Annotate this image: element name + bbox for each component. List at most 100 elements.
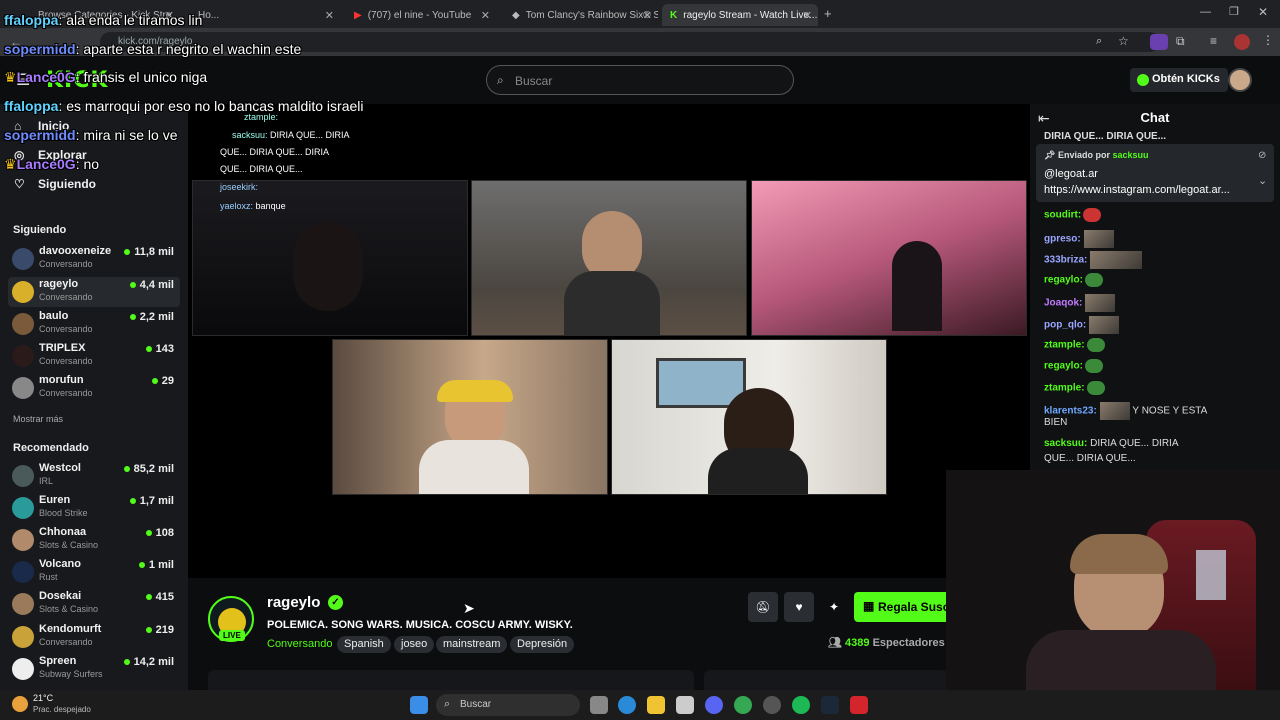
close-tab-icon[interactable]: ✕: [643, 9, 652, 22]
taskbar-search[interactable]: ⌕ Buscar: [436, 694, 580, 716]
chat-username[interactable]: sacksuu:: [1044, 438, 1087, 449]
tag[interactable]: joseo: [394, 636, 435, 653]
chat-username[interactable]: 333briza:: [1044, 255, 1087, 266]
tab-label: Tom Clancy's Rainbow Six® Sie...: [525, 9, 658, 21]
sidebar-channel-rageylo[interactable]: rageylo Conversando 4,4 mil: [8, 277, 180, 307]
viewer-count: 85,2 mil: [124, 463, 174, 475]
close-tab-icon[interactable]: ✕: [803, 9, 812, 22]
channel-name: TRIPLEX: [39, 342, 86, 354]
emote: [1099, 402, 1130, 420]
emote: [1089, 316, 1120, 334]
call-tile-participant: [471, 180, 747, 336]
emote: [1086, 338, 1105, 352]
browser-tab-active[interactable]: Krageylo Stream - Watch Live... ✕: [662, 4, 818, 26]
extensions-puzzle-icon[interactable]: ⧉: [1176, 34, 1185, 49]
edge-icon[interactable]: [618, 696, 636, 714]
follow-button[interactable]: ♥: [784, 592, 814, 622]
channel-name: Euren: [39, 494, 71, 506]
maximize-icon[interactable]: ❐: [1229, 5, 1239, 18]
chat-username[interactable]: ztample:: [1044, 383, 1085, 394]
browser-tab[interactable]: ▶ (707) el nine - YouTube ✕: [346, 4, 496, 26]
viewer-count: 4389: [845, 637, 870, 649]
taskbar: 21°C Prac. despejado ⌕ Buscar: [0, 690, 1280, 720]
new-tab-icon[interactable]: +: [824, 6, 832, 21]
viewer-count: 1 mil: [139, 559, 174, 571]
spotify-icon[interactable]: [792, 696, 810, 714]
bookmark-star-icon[interactable]: ☆: [1118, 34, 1129, 48]
tag[interactable]: mainstream: [436, 636, 508, 653]
sidebar-channel-triplex[interactable]: TRIPLEX Conversando 143: [8, 341, 180, 371]
sparkle-icon: ✦: [828, 600, 840, 614]
profile-avatar[interactable]: [1234, 34, 1250, 50]
video-chat-overlay: ztample: sacksuu: DIRIA QUE... DIRIA QUE…: [198, 110, 458, 226]
chat-panel: ⇤ Chat DIRIA QUE... DIRIA QUE... 📌︎ Envi…: [1030, 104, 1280, 470]
sidebar-channel-morufun[interactable]: morufun Conversando 29: [8, 373, 180, 403]
stream-title: POLEMICA. SONG WARS. MUSICA. COSCU ARMY.…: [267, 619, 573, 631]
video-player[interactable]: ztample: sacksuu: DIRIA QUE... DIRIA QUE…: [188, 104, 1030, 578]
chat-username[interactable]: pop_qlo:: [1044, 320, 1086, 331]
gift-subscription-button[interactable]: ▦ Regala Suscr: [854, 592, 948, 622]
start-button-icon[interactable]: [410, 696, 428, 714]
chat-username[interactable]: gpreso:: [1044, 234, 1081, 245]
zoom-icon[interactable]: ⌕: [1096, 35, 1102, 48]
pinned-message[interactable]: 📌︎ Enviado por sacksuu @legoat.ar https:…: [1036, 144, 1274, 202]
sidebar-channel-dosekai[interactable]: Dosekai Slots & Casino 415: [8, 589, 180, 619]
streamer-name[interactable]: rageylo: [267, 594, 320, 611]
user-avatar[interactable]: [1228, 68, 1252, 92]
sidebar-channel-kendomurft[interactable]: Kendomurft Conversando 219: [8, 622, 180, 652]
call-tile-participant: [332, 339, 608, 495]
media-control-icon[interactable]: ≡: [1210, 34, 1217, 48]
extension-icon[interactable]: [1150, 34, 1168, 50]
nav-siguiendo[interactable]: ♡ Siguiendo: [14, 177, 96, 191]
sidebar-channel-chhonaa[interactable]: Chhonaa Slots & Casino 108: [8, 525, 180, 555]
mute-notifications-button[interactable]: 🔕︎: [748, 592, 778, 622]
chat-username[interactable]: Joaqok:: [1044, 298, 1082, 309]
channel-category: Conversando: [39, 292, 93, 302]
browser-tab[interactable]: ◆ Tom Clancy's Rainbow Six® Sie...✕: [504, 4, 658, 26]
emote: [1083, 230, 1114, 248]
close-tab-icon[interactable]: ✕: [481, 9, 490, 22]
pinned-link[interactable]: https://www.instagram.com/legoat.ar...: [1044, 184, 1230, 196]
chat-username[interactable]: klarents23:: [1044, 406, 1097, 417]
browser-tab[interactable]: Ho... ✕: [190, 4, 340, 26]
store-icon[interactable]: [676, 696, 694, 714]
sidebar-channel-euren[interactable]: Euren Blood Strike 1,7 mil: [8, 493, 180, 523]
app-icon[interactable]: [763, 696, 781, 714]
chrome-icon[interactable]: [734, 696, 752, 714]
content-card: [704, 670, 948, 690]
chat-username[interactable]: soudirt:: [1044, 210, 1081, 221]
sidebar-channel-volcano[interactable]: Volcano Rust 1 mil: [8, 557, 180, 587]
unpin-icon[interactable]: ⊘: [1258, 150, 1266, 161]
discord-icon[interactable]: [705, 696, 723, 714]
live-badge: LIVE: [219, 630, 245, 641]
close-window-icon[interactable]: ✕: [1258, 5, 1268, 19]
minimize-icon[interactable]: —: [1200, 6, 1211, 18]
chat-username[interactable]: regaylo:: [1044, 275, 1083, 286]
sidebar-channel-baulo[interactable]: baulo Conversando 2,2 mil: [8, 309, 180, 339]
channel-name: morufun: [39, 374, 84, 386]
tag[interactable]: Depresión: [510, 636, 575, 653]
sparkle-button[interactable]: ✦: [819, 592, 849, 622]
overlay-chat-line: ffaloppa: ala enda le tiramos lin: [4, 12, 202, 28]
task-view-icon[interactable]: [590, 696, 608, 714]
sidebar-channel-spreen[interactable]: Spreen Subway Surfers 14,2 mil: [8, 654, 180, 684]
search-input[interactable]: ⌕ Buscar: [486, 65, 794, 95]
chat-username[interactable]: regaylo:: [1044, 361, 1083, 372]
viewer-count: 143: [146, 343, 174, 355]
tag[interactable]: Spanish: [337, 636, 391, 653]
stream-category[interactable]: Conversando: [267, 638, 332, 650]
pinned-by-user: sacksuu: [1112, 150, 1149, 160]
avatar: [12, 529, 34, 551]
show-more-link[interactable]: Mostrar más: [13, 414, 63, 424]
get-kicks-button[interactable]: Obtén KICKs: [1130, 68, 1228, 92]
steam-icon[interactable]: [821, 696, 839, 714]
chevron-down-icon[interactable]: ⌄: [1258, 174, 1267, 187]
sidebar-channel-westcol[interactable]: Westcol IRL 85,2 mil: [8, 461, 180, 491]
browser-menu-icon[interactable]: ⋮: [1262, 33, 1274, 47]
sidebar-channel-davooxeneize[interactable]: davooxeneize Conversando 11,8 mil: [8, 244, 180, 274]
file-explorer-icon[interactable]: [647, 696, 665, 714]
close-tab-icon[interactable]: ✕: [325, 9, 334, 22]
channel-name: davooxeneize: [39, 245, 112, 257]
app-icon[interactable]: [850, 696, 868, 714]
chat-username[interactable]: ztample:: [1044, 340, 1085, 351]
